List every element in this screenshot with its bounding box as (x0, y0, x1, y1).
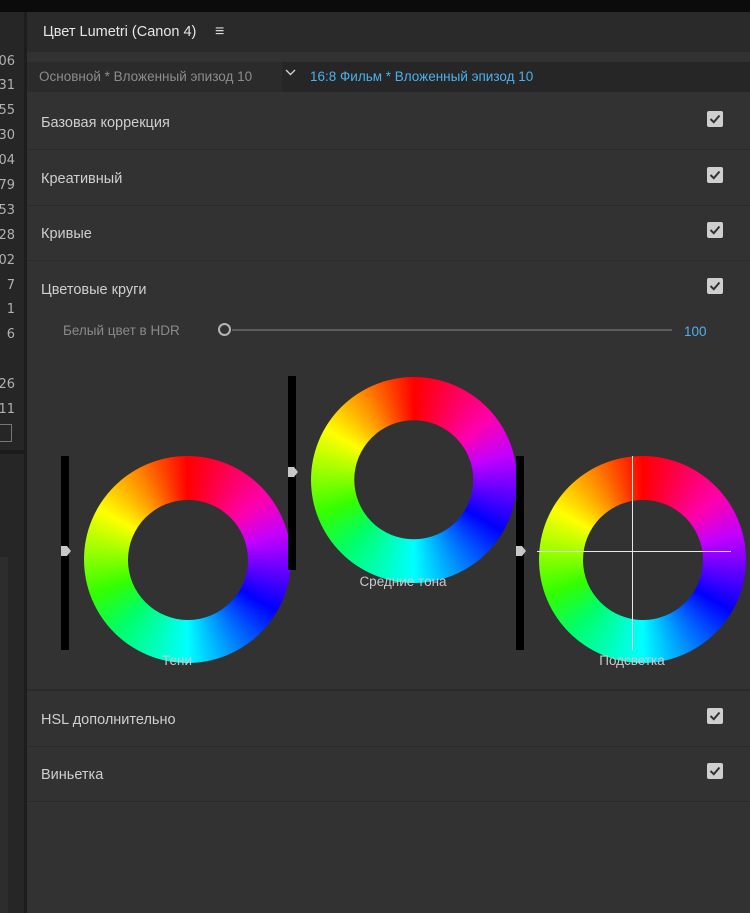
shadows-wheel-label: Тени (162, 653, 192, 668)
section-label[interactable]: Креативный (41, 171, 122, 187)
checkmark-icon (709, 766, 721, 776)
hamburger-menu-icon[interactable]: ≡ (215, 23, 224, 41)
section-label[interactable]: HSL дополнительно (41, 712, 176, 728)
panel-tab-bar: Цвет Lumetri (Canon 4) ≡ (27, 12, 750, 52)
hdr-white-value[interactable]: 100 (684, 324, 707, 339)
left-adjacent-panel: 06 31 55 30 04 79 53 28 02 7 1 6 26 11 (0, 12, 24, 913)
clip-source-label[interactable]: Основной * Вложенный эпизод 10 (39, 69, 252, 84)
midtones-color-wheel[interactable] (311, 377, 517, 583)
section-enable-checkbox[interactable] (707, 222, 723, 238)
highlights-crosshair-vertical (632, 456, 633, 650)
checkmark-icon (709, 281, 721, 291)
chevron-down-icon[interactable] (285, 67, 296, 81)
left-strip-number: 31 (0, 78, 15, 93)
left-strip-number: 53 (0, 203, 15, 218)
midtones-wheel-label: Средние тона (359, 574, 447, 589)
left-strip-number: 55 (0, 103, 15, 118)
section-basic-correction[interactable]: Базовая коррекция (27, 94, 750, 150)
left-strip-number: 28 (0, 228, 15, 243)
section-label[interactable]: Кривые (41, 226, 92, 242)
section-hsl-secondary[interactable]: HSL дополнительно (27, 690, 750, 747)
hdr-white-slider-track[interactable] (232, 329, 672, 331)
section-enable-checkbox[interactable] (707, 708, 723, 724)
left-strip-number: 1 (6, 302, 15, 317)
left-strip-number: 7 (6, 278, 15, 293)
shadows-color-wheel[interactable] (84, 456, 291, 663)
checkmark-icon (709, 114, 721, 124)
left-strip-number: 79 (0, 178, 15, 193)
top-window-bar (0, 0, 750, 12)
left-strip-number: 11 (0, 402, 15, 417)
clip-selector-bar: Основной * Вложенный эпизод 10 16:8 Филь… (27, 62, 750, 92)
left-strip-number: 06 (0, 54, 15, 69)
checkmark-icon (709, 225, 721, 235)
left-strip-number: 30 (0, 128, 15, 143)
section-enable-checkbox[interactable] (707, 111, 723, 127)
section-label[interactable]: Виньетка (41, 767, 103, 783)
left-strip-number: 04 (0, 153, 15, 168)
section-curves[interactable]: Кривые (27, 205, 750, 261)
hdr-white-label: Белый цвет в HDR (63, 323, 180, 338)
left-strip-number: 02 (0, 253, 15, 268)
panel-title[interactable]: Цвет Lumetri (Canon 4) (43, 24, 196, 40)
section-label[interactable]: Базовая коррекция (41, 115, 170, 131)
left-strip-divider (0, 450, 24, 454)
section-enable-checkbox[interactable] (707, 167, 723, 183)
highlights-color-wheel[interactable] (539, 456, 746, 663)
checkmark-icon (709, 711, 721, 721)
highlights-wheel-label: Подсветка (599, 653, 665, 668)
section-enable-checkbox[interactable] (707, 278, 723, 294)
checkmark-icon (709, 170, 721, 180)
section-creative[interactable]: Креативный (27, 150, 750, 206)
highlights-crosshair-horizontal (537, 551, 731, 552)
section-enable-checkbox[interactable] (707, 763, 723, 779)
section-label[interactable]: Цветовые круги (41, 282, 147, 298)
left-strip-control[interactable] (0, 424, 12, 442)
left-strip-number: 26 (0, 377, 15, 392)
left-strip-subpanel (0, 557, 8, 913)
lumetri-color-panel: Цвет Lumetri (Canon 4) ≡ Основной * Влож… (27, 12, 750, 913)
hdr-white-slider-knob[interactable] (218, 323, 231, 336)
section-vignette[interactable]: Виньетка (27, 746, 750, 802)
clip-target-label[interactable]: 16:8 Фильм * Вложенный эпизод 10 (310, 69, 533, 84)
left-strip-number: 6 (6, 327, 15, 342)
